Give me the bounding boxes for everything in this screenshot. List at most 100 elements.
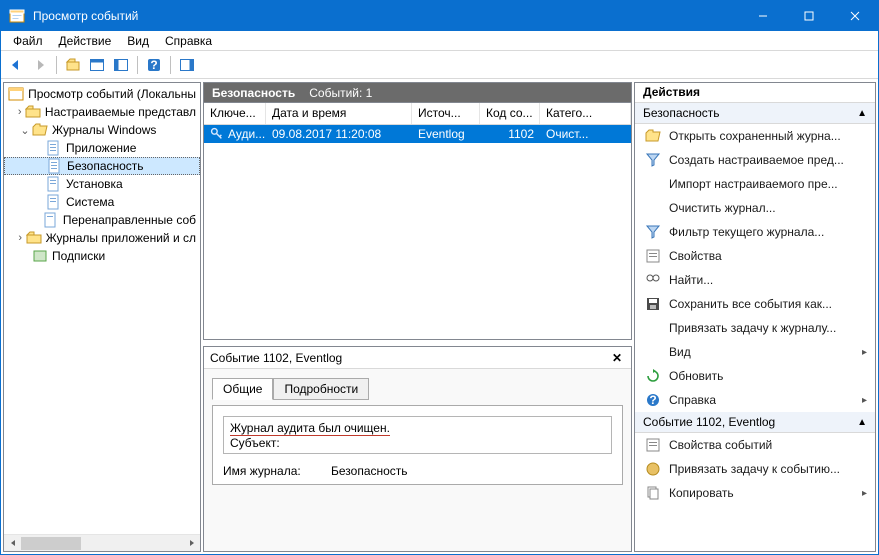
tab-details[interactable]: Подробности bbox=[273, 378, 369, 400]
clear-icon bbox=[645, 200, 661, 216]
forward-button[interactable] bbox=[29, 54, 51, 76]
toolbar-separator bbox=[137, 56, 138, 74]
action-help[interactable]: ? Справка bbox=[635, 388, 875, 412]
event-viewer-window: Просмотр событий Файл Действие Вид Справ… bbox=[0, 0, 879, 555]
log-icon bbox=[46, 176, 62, 192]
tree-windows-logs[interactable]: ⌄ Журналы Windows bbox=[4, 121, 200, 139]
event-detail-panel: Событие 1102, Eventlog ✕ Общие Подробнос… bbox=[203, 346, 632, 552]
action-label: Открыть сохраненный журна... bbox=[669, 129, 841, 143]
action-find[interactable]: Найти... bbox=[635, 268, 875, 292]
action-label: Вид bbox=[669, 345, 691, 359]
tree-label: Приложение bbox=[66, 141, 136, 155]
event-message-box[interactable]: Журнал аудита был очищен. Субъект: bbox=[223, 416, 612, 454]
col-eventid[interactable]: Код со... bbox=[480, 103, 540, 124]
action-label: Свойства bbox=[669, 249, 722, 263]
help-button[interactable]: ? bbox=[143, 54, 165, 76]
col-source[interactable]: Источ... bbox=[412, 103, 480, 124]
scroll-thumb[interactable] bbox=[21, 537, 81, 550]
menu-file[interactable]: Файл bbox=[5, 32, 51, 50]
action-properties[interactable]: Свойства bbox=[635, 244, 875, 268]
tree-setup-log[interactable]: Установка bbox=[4, 175, 200, 193]
panel-button-2[interactable] bbox=[110, 54, 132, 76]
log-icon bbox=[46, 140, 62, 156]
menu-action[interactable]: Действие bbox=[51, 32, 120, 50]
collapse-icon[interactable]: ▲ bbox=[857, 417, 867, 428]
col-category[interactable]: Катего... bbox=[540, 103, 631, 124]
properties-icon bbox=[645, 248, 661, 264]
action-copy[interactable]: Копировать bbox=[635, 481, 875, 505]
action-label: Справка bbox=[669, 393, 716, 407]
minimize-button[interactable] bbox=[740, 1, 786, 31]
action-view[interactable]: Вид bbox=[635, 340, 875, 364]
tree-panel: Просмотр событий (Локальны ›Настраиваемы… bbox=[3, 82, 201, 552]
refresh-icon bbox=[645, 368, 661, 384]
scroll-left-button[interactable] bbox=[4, 535, 21, 552]
col-datetime[interactable]: Дата и время bbox=[266, 103, 412, 124]
window-title: Просмотр событий bbox=[33, 9, 740, 23]
maximize-button[interactable] bbox=[786, 1, 832, 31]
cell-text: Ауди... bbox=[228, 127, 265, 141]
tree-label: Журналы приложений и сл bbox=[46, 231, 196, 245]
svg-text:?: ? bbox=[649, 393, 656, 407]
tree-subscriptions[interactable]: Подписки bbox=[4, 247, 200, 265]
toolbar-separator bbox=[170, 56, 171, 74]
tree-security-log[interactable]: Безопасность bbox=[4, 157, 200, 175]
show-hide-tree-button[interactable] bbox=[62, 54, 84, 76]
logname-value: Безопасность bbox=[331, 464, 408, 478]
scroll-track[interactable] bbox=[21, 535, 183, 552]
tree-custom-views[interactable]: ›Настраиваемые представл bbox=[4, 103, 200, 121]
action-event-properties[interactable]: Свойства событий bbox=[635, 433, 875, 457]
task-icon bbox=[645, 320, 661, 336]
action-attach-task-event[interactable]: Привязать задачу к событию... bbox=[635, 457, 875, 481]
actions-group2-header[interactable]: Событие 1102, Eventlog ▲ bbox=[635, 412, 875, 433]
col-keywords[interactable]: Ключе... bbox=[204, 103, 266, 124]
detail-header: Событие 1102, Eventlog ✕ bbox=[204, 347, 631, 369]
tree-horizontal-scrollbar[interactable] bbox=[4, 534, 200, 551]
detail-close-button[interactable]: ✕ bbox=[609, 350, 625, 366]
action-open-saved[interactable]: Открыть сохраненный журна... bbox=[635, 124, 875, 148]
tree-app-services-logs[interactable]: › Журналы приложений и сл bbox=[4, 229, 200, 247]
expander-icon[interactable]: ⌄ bbox=[18, 124, 32, 137]
panel-button-1[interactable] bbox=[86, 54, 108, 76]
tree-root[interactable]: Просмотр событий (Локальны bbox=[4, 85, 200, 103]
action-attach-task[interactable]: Привязать задачу к журналу... bbox=[635, 316, 875, 340]
cell-eventid: 1102 bbox=[480, 127, 540, 141]
back-button[interactable] bbox=[5, 54, 27, 76]
action-label: Найти... bbox=[669, 273, 713, 287]
tree-system-log[interactable]: Система bbox=[4, 193, 200, 211]
center-column: Безопасность Событий: 1 Ключе... Дата и … bbox=[203, 82, 632, 552]
tree-application-log[interactable]: Приложение bbox=[4, 139, 200, 157]
menu-help[interactable]: Справка bbox=[157, 32, 220, 50]
logname-label: Имя журнала: bbox=[223, 464, 323, 478]
action-refresh[interactable]: Обновить bbox=[635, 364, 875, 388]
action-clear-log[interactable]: Очистить журнал... bbox=[635, 196, 875, 220]
folder-icon bbox=[25, 104, 41, 120]
tree-label: Журналы Windows bbox=[52, 123, 156, 137]
action-label: Копировать bbox=[669, 486, 734, 500]
close-button[interactable] bbox=[832, 1, 878, 31]
actions-group1-header[interactable]: Безопасность ▲ bbox=[635, 103, 875, 124]
tree-label: Система bbox=[66, 195, 114, 209]
client-area: Просмотр событий (Локальны ›Настраиваемы… bbox=[1, 79, 878, 554]
action-label: Обновить bbox=[669, 369, 723, 383]
expander-icon[interactable]: › bbox=[14, 106, 24, 118]
event-row[interactable]: Ауди... 09.08.2017 11:20:08 Eventlog 110… bbox=[204, 125, 631, 143]
action-create-custom[interactable]: Создать настраиваемое пред... bbox=[635, 148, 875, 172]
scroll-right-button[interactable] bbox=[183, 535, 200, 552]
copy-icon bbox=[645, 485, 661, 501]
tree-forwarded-log[interactable]: Перенаправленные соб bbox=[4, 211, 200, 229]
collapse-icon[interactable]: ▲ bbox=[857, 108, 867, 119]
expander-icon[interactable]: › bbox=[15, 232, 26, 244]
tree-label: Перенаправленные соб bbox=[63, 213, 196, 227]
event-rows: Ауди... 09.08.2017 11:20:08 Eventlog 110… bbox=[204, 125, 631, 339]
action-filter-log[interactable]: Фильтр текущего журнала... bbox=[635, 220, 875, 244]
column-headers: Ключе... Дата и время Источ... Код со...… bbox=[204, 103, 631, 125]
panel-button-3[interactable] bbox=[176, 54, 198, 76]
action-save-all[interactable]: Сохранить все события как... bbox=[635, 292, 875, 316]
cell-datetime: 09.08.2017 11:20:08 bbox=[266, 127, 412, 141]
menu-view[interactable]: Вид bbox=[119, 32, 157, 50]
action-import-custom[interactable]: Импорт настраиваемого пре... bbox=[635, 172, 875, 196]
tab-general[interactable]: Общие bbox=[212, 378, 273, 400]
funnel-icon bbox=[645, 224, 661, 240]
find-icon bbox=[645, 272, 661, 288]
